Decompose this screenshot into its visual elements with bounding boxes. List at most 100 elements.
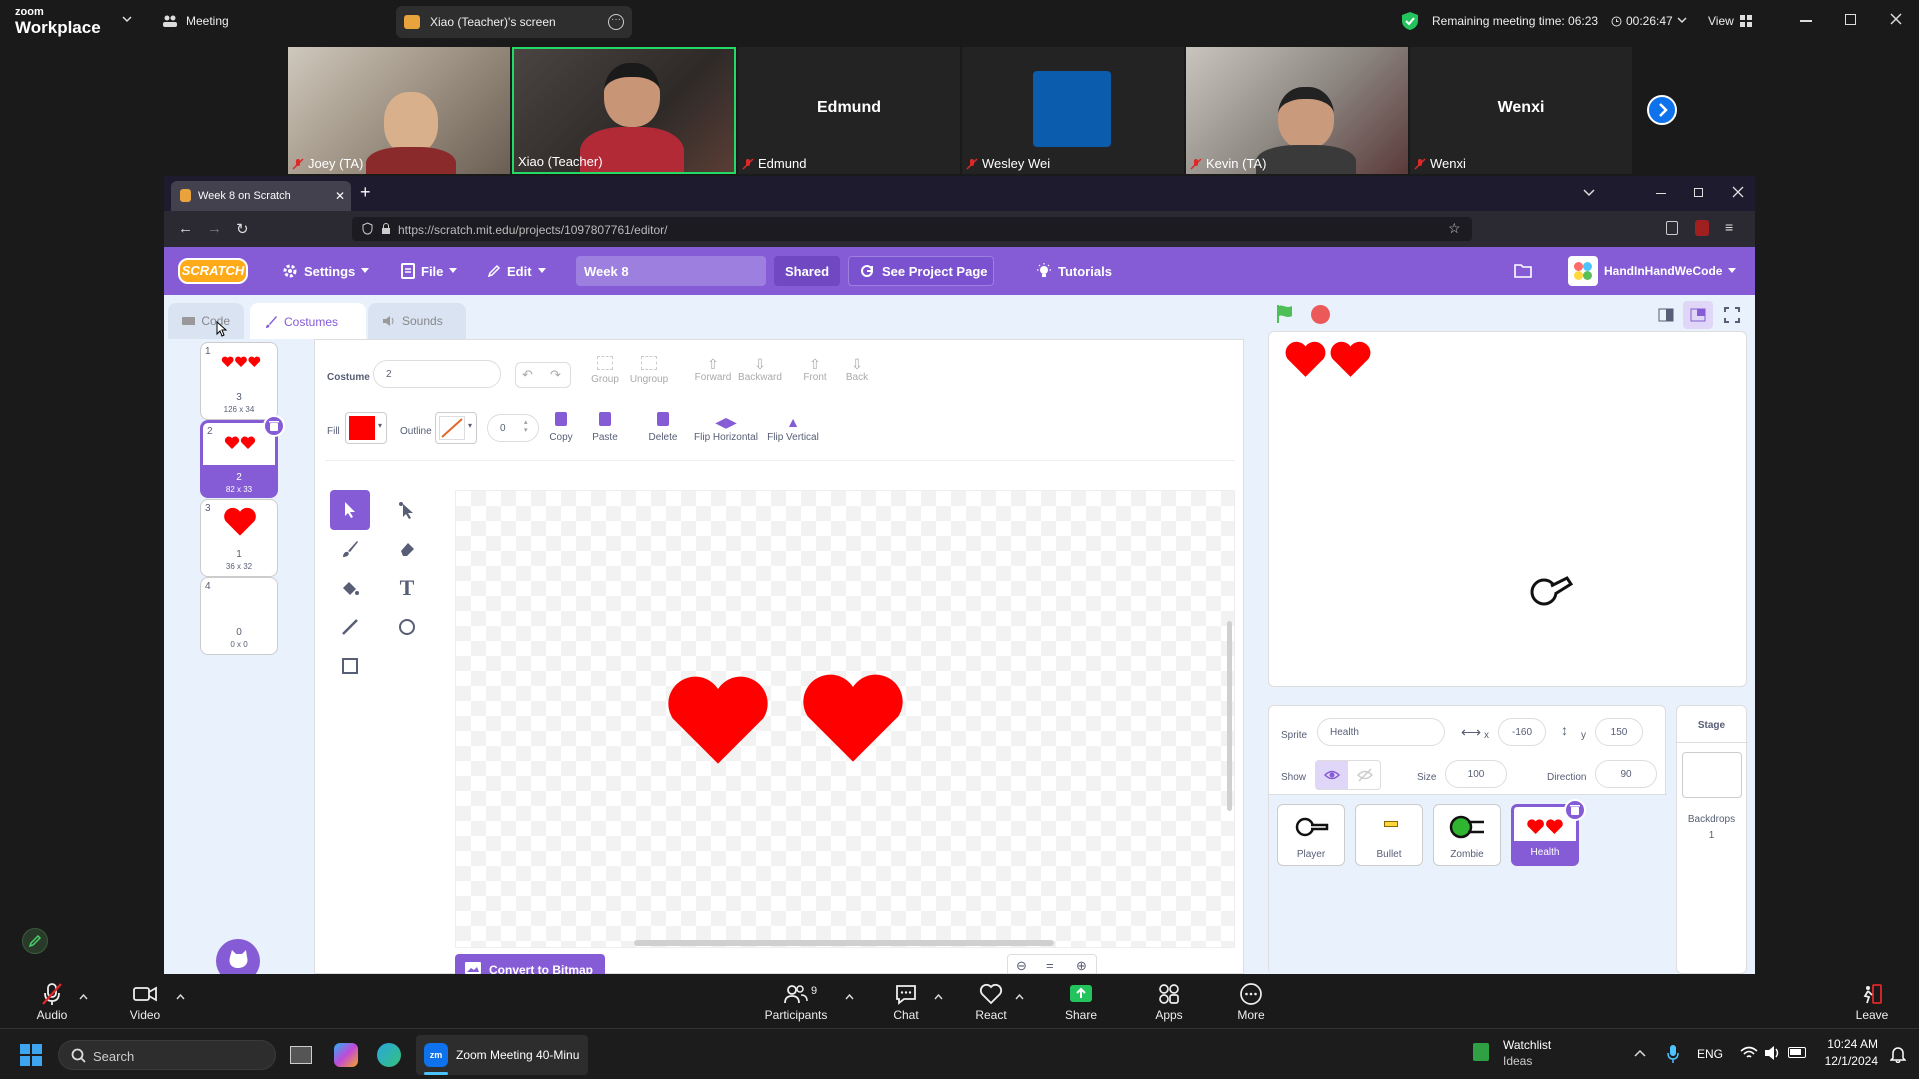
delete-sprite-button[interactable] [1564,799,1586,821]
outline-color-picker[interactable]: ▾ [435,412,477,444]
browser-tab[interactable]: Week 8 on Scratch ✕ [171,181,351,211]
circle-tool[interactable] [387,607,427,647]
audio-options-caret-icon[interactable] [79,994,88,1000]
costume-item[interactable]: 1 3 126 x 34 [200,342,278,420]
gallery-next-button[interactable] [1647,95,1677,125]
settings-menu[interactable]: Settings [282,247,370,295]
pocket-icon[interactable] [1666,221,1678,235]
zoom-reset-icon[interactable]: = [1046,958,1054,973]
chat-button[interactable]: Chat [886,974,926,1028]
redo-icon[interactable]: ↷ [550,367,561,383]
extension-icon[interactable] [1695,220,1709,236]
participant-tile-kevin[interactable]: Kevin (TA) [1186,47,1408,174]
stage-selector-panel[interactable]: Stage Backdrops 1 [1676,705,1748,974]
battery-icon[interactable] [1788,1047,1806,1058]
meeting-menu[interactable]: Meeting [162,14,229,28]
meeting-timer[interactable]: 00:26:47 [1611,14,1687,28]
browser-menu-icon[interactable]: ≡ [1725,219,1733,235]
health-sprite-on-stage[interactable] [1283,340,1373,380]
backward-button[interactable]: ⇩ Backward [735,356,785,383]
eraser-tool[interactable] [387,529,427,569]
undo-icon[interactable]: ↶ [522,367,533,383]
forward-icon[interactable]: → [207,220,222,237]
flip-horizontal-button[interactable]: ◀▶ Flip Horizontal [693,412,759,443]
zoom-out-icon[interactable]: ⊖ [1016,958,1027,974]
paste-button[interactable]: Paste [587,412,623,443]
zoom-in-icon[interactable]: ⊕ [1076,958,1087,974]
minimize-icon[interactable] [1800,20,1812,22]
show-visible-button[interactable] [1316,761,1348,789]
close-icon[interactable] [1889,12,1903,26]
sprite-thumb-health-selected[interactable]: Health [1511,799,1586,866]
view-button[interactable]: View [1708,14,1752,28]
participant-tile-wenxi[interactable]: Wenxi Wenxi [1410,47,1632,174]
costume-name-input[interactable]: 2 [373,360,501,388]
browser-close-icon[interactable] [1732,186,1744,198]
wifi-icon[interactable] [1740,1046,1758,1060]
file-menu[interactable]: File [401,247,458,295]
tab-costumes[interactable]: Costumes [250,303,366,341]
small-stage-button[interactable] [1651,301,1681,329]
browser-minimize-icon[interactable] [1656,193,1666,194]
video-button[interactable]: Video [122,974,168,1028]
outline-width-input[interactable]: 0 ▴ ▾ [487,414,539,442]
front-button[interactable]: ⇧ Front [797,356,833,383]
participant-tile-xiao[interactable]: Xiao (Teacher) [512,47,736,174]
costume-item[interactable]: 3 1 36 x 32 [200,499,278,577]
bookmark-star-icon[interactable]: ☆ [1448,220,1461,237]
heart-shape-2[interactable] [797,671,909,767]
browser-restore-icon[interactable] [1694,188,1703,197]
video-options-caret-icon[interactable] [176,994,185,1000]
new-tab-icon[interactable]: + [360,182,371,203]
participant-tile-wesley[interactable]: Wesley Wei [962,47,1184,174]
back-icon[interactable]: ← [178,220,193,237]
group-button[interactable]: Group [587,356,623,385]
line-tool[interactable] [330,607,370,647]
large-stage-button[interactable] [1683,301,1713,329]
flip-vertical-button[interactable]: ▲ Flip Vertical [763,412,823,443]
tab-sounds[interactable]: Sounds [368,303,466,339]
apps-button[interactable]: Apps [1148,974,1190,1028]
chevron-down-icon[interactable] [122,16,132,24]
see-project-page-button[interactable]: See Project Page [848,256,994,286]
audio-button[interactable]: Audio [30,974,74,1028]
more-options-icon[interactable]: ··· [608,14,624,30]
size-input[interactable]: 100 [1445,760,1507,788]
zoom-taskbar-item[interactable]: zm Zoom Meeting 40-Minu [416,1035,588,1075]
sprite-name-input[interactable]: Health [1317,718,1445,746]
tab-list-icon[interactable] [1583,189,1595,197]
sprite-thumb-zombie[interactable]: Zombie [1433,804,1501,866]
y-position-input[interactable]: 150 [1595,718,1643,746]
project-title-input[interactable]: Week 8 [576,256,766,286]
back-button[interactable]: ⇩ Back [839,356,875,383]
x-position-input[interactable]: -160 [1498,718,1546,746]
leave-button[interactable]: Leave [1852,974,1892,1028]
restore-icon[interactable] [1845,14,1856,25]
tab-close-icon[interactable]: ✕ [335,189,345,203]
player-sprite-on-stage[interactable] [1529,572,1577,608]
tab-code[interactable]: Code [168,303,244,339]
direction-input[interactable]: 90 [1595,760,1657,788]
notification-bell-icon[interactable] [1890,1045,1906,1063]
sprite-thumb-bullet[interactable]: Bullet [1355,804,1423,866]
microphone-icon[interactable] [1667,1044,1679,1064]
delete-costume-button[interactable] [263,415,285,437]
share-indicator[interactable]: Xiao (Teacher)'s screen ··· [396,6,632,38]
rectangle-tool[interactable] [330,646,370,686]
choose-costume-button[interactable] [216,939,260,974]
horizontal-scrollbar[interactable] [634,940,1054,946]
text-tool[interactable]: T [387,568,427,608]
account-menu[interactable]: HandInHandWeCode [1568,247,1737,295]
taskbar-date[interactable]: 12/1/2024 [1818,1054,1878,1068]
taskbar-search-box[interactable]: Search [58,1040,276,1070]
brush-tool[interactable] [330,529,370,569]
tray-overflow-icon[interactable] [1634,1049,1646,1057]
edge-icon[interactable] [377,1043,401,1067]
ungroup-button[interactable]: Ungroup [627,356,671,385]
select-tool[interactable] [330,490,370,530]
copilot-icon[interactable] [334,1043,358,1067]
participant-tile-edmund[interactable]: Edmund Edmund [738,47,960,174]
green-flag-button[interactable] [1274,303,1296,325]
forward-button[interactable]: ⇧ Forward [691,356,735,383]
react-options-caret-icon[interactable] [1015,994,1024,1000]
